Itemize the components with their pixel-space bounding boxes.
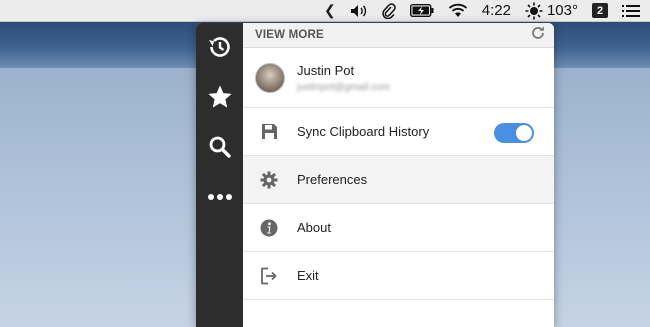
- panel-header: VIEW MORE: [243, 23, 554, 48]
- sync-label: Sync Clipboard History: [297, 124, 430, 139]
- toggle-knob: [516, 125, 532, 141]
- exit-label: Exit: [297, 268, 319, 283]
- star-icon[interactable]: [196, 73, 243, 121]
- account-name: Justin Pot: [297, 62, 355, 78]
- about-label: About: [297, 220, 331, 235]
- info-icon: [259, 218, 279, 238]
- refresh-icon[interactable]: [530, 25, 546, 46]
- preferences-item[interactable]: Preferences: [243, 156, 554, 204]
- chevron-left-icon[interactable]: ❮: [324, 0, 336, 22]
- desktop-number: 2: [592, 3, 608, 18]
- account-row[interactable]: Justin Pot justinpot@gmail.com: [243, 48, 554, 108]
- avatar: [255, 62, 285, 93]
- exit-icon: [259, 266, 279, 286]
- weather-widget[interactable]: 103°: [525, 0, 578, 22]
- sync-toggle[interactable]: [494, 123, 534, 143]
- clock-time[interactable]: 4:22: [482, 0, 511, 22]
- history-icon[interactable]: [196, 23, 243, 71]
- view-more-panel: VIEW MORE Justin Pot justinpot@gmail.com…: [243, 23, 554, 327]
- temperature-value: 103°: [546, 2, 578, 19]
- paperclip-icon[interactable]: [382, 0, 396, 22]
- sidebar-rail: [196, 23, 243, 327]
- wifi-icon[interactable]: [448, 0, 468, 22]
- about-item[interactable]: About: [243, 204, 554, 252]
- volume-icon[interactable]: [350, 0, 368, 22]
- preferences-label: Preferences: [297, 172, 368, 187]
- floppy-disk-icon: [259, 122, 279, 142]
- menu-bar: ❮ 4:22 103° 2: [0, 0, 650, 22]
- exit-item[interactable]: Exit: [243, 252, 554, 300]
- battery-charging-icon[interactable]: [409, 0, 434, 22]
- desktop-badge[interactable]: 2: [592, 0, 608, 22]
- weather-sun-icon: [525, 2, 543, 19]
- gear-icon: [259, 170, 279, 190]
- account-email: justinpot@gmail.com: [297, 81, 390, 93]
- search-icon[interactable]: [196, 123, 243, 171]
- panel-title: VIEW MORE: [255, 29, 324, 41]
- clipboard-popup: VIEW MORE Justin Pot justinpot@gmail.com…: [196, 23, 554, 327]
- list-icon[interactable]: [622, 0, 640, 22]
- sync-clipboard-history-item[interactable]: Sync Clipboard History: [243, 108, 554, 156]
- more-dots-icon[interactable]: [196, 173, 243, 221]
